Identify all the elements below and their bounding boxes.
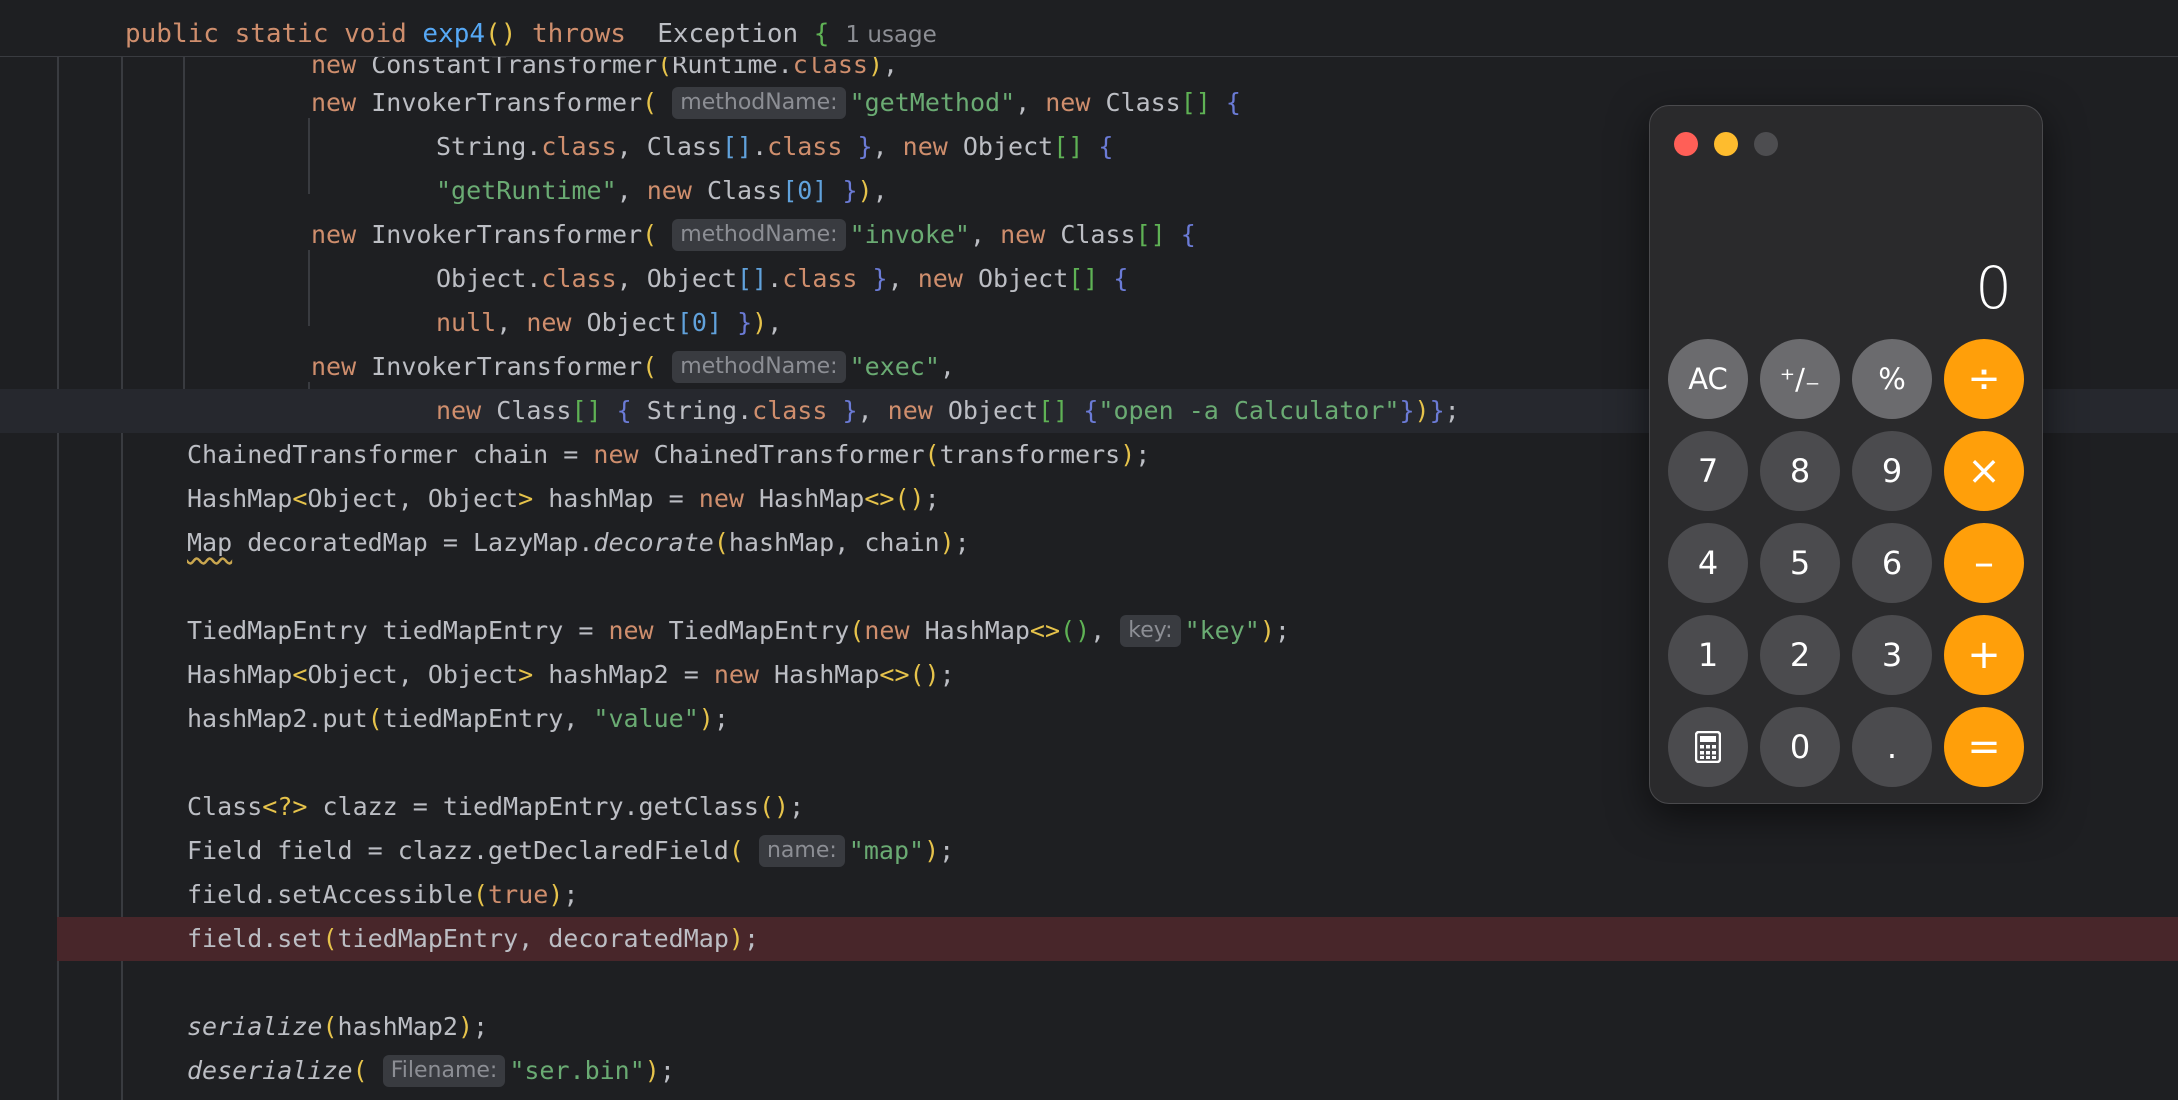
digit-0-button[interactable]: 0	[1760, 707, 1840, 787]
sticky-method-header[interactable]: public static void exp4() throws Excepti…	[0, 0, 2178, 57]
open-brace: {	[813, 19, 830, 49]
param-hint-method-name: methodName:	[672, 87, 846, 119]
minus-button[interactable]: –	[1944, 523, 2024, 603]
method-parens: ()	[485, 19, 517, 49]
string-literal: "map"	[848, 836, 925, 865]
plus-minus-button[interactable]: ⁺∕₋	[1760, 339, 1840, 419]
code-line[interactable]: field.setAccessible(true);	[0, 873, 2178, 917]
code-line[interactable]: deserialize( Filename: "ser.bin");	[0, 1049, 2178, 1093]
digit-5-button[interactable]: 5	[1760, 523, 1840, 603]
digit-1-button[interactable]: 1	[1668, 615, 1748, 695]
throws-keyword: throws	[532, 19, 626, 49]
param-hint-name: name:	[758, 835, 845, 867]
param-hint-method-name: methodName:	[672, 351, 846, 383]
method-name[interactable]: exp4	[422, 19, 485, 49]
digit-3-button[interactable]: 3	[1852, 615, 1932, 695]
code-line[interactable]: Field field = clazz.getDeclaredField( na…	[0, 829, 2178, 873]
param-hint-filename: Filename:	[382, 1055, 506, 1087]
digit-7-button[interactable]: 7	[1668, 431, 1748, 511]
calculator-icon	[1695, 731, 1721, 763]
calculator-display: 0	[1975, 254, 2012, 322]
string-literal: "exec"	[849, 352, 940, 381]
digit-2-button[interactable]: 2	[1760, 615, 1840, 695]
calculator-window[interactable]: 0 AC ⁺∕₋ % ÷ 7 8 9 × 4 5 6 – 1 2 3 + 0 .…	[1649, 105, 2043, 804]
digit-8-button[interactable]: 8	[1760, 431, 1840, 511]
string-literal: "invoke"	[849, 220, 970, 249]
equals-button[interactable]: =	[1944, 707, 2024, 787]
method-modifiers: public static void	[125, 19, 407, 49]
exception-type: Exception	[657, 19, 799, 49]
percent-button[interactable]: %	[1852, 339, 1932, 419]
decimal-button[interactable]: .	[1852, 707, 1932, 787]
zoom-button[interactable]	[1754, 132, 1778, 156]
string-literal: "key"	[1184, 616, 1260, 645]
code-line[interactable]: serialize(hashMap2);	[0, 1005, 2178, 1049]
digit-6-button[interactable]: 6	[1852, 523, 1932, 603]
string-literal: "value"	[593, 704, 699, 733]
usage-count-link[interactable]: 1 usage	[845, 22, 936, 48]
code-line-breakpoint[interactable]: field.set(tiedMapEntry, decoratedMap);	[57, 917, 2178, 961]
param-hint-method-name: methodName:	[672, 219, 846, 251]
all-clear-button[interactable]: AC	[1668, 339, 1748, 419]
string-literal: "open -a Calculator"	[1098, 396, 1400, 425]
param-hint-key: key:	[1120, 615, 1181, 647]
string-literal: "getMethod"	[849, 88, 1016, 117]
multiply-button[interactable]: ×	[1944, 431, 2024, 511]
digit-9-button[interactable]: 9	[1852, 431, 1932, 511]
digit-4-button[interactable]: 4	[1668, 523, 1748, 603]
calculator-mode-button[interactable]	[1668, 707, 1748, 787]
close-button[interactable]	[1674, 132, 1698, 156]
string-literal: "ser.bin"	[509, 1056, 645, 1085]
plus-button[interactable]: +	[1944, 615, 2024, 695]
string-literal: "getRuntime"	[436, 176, 617, 205]
minimize-button[interactable]	[1714, 132, 1738, 156]
divide-button[interactable]: ÷	[1944, 339, 2024, 419]
